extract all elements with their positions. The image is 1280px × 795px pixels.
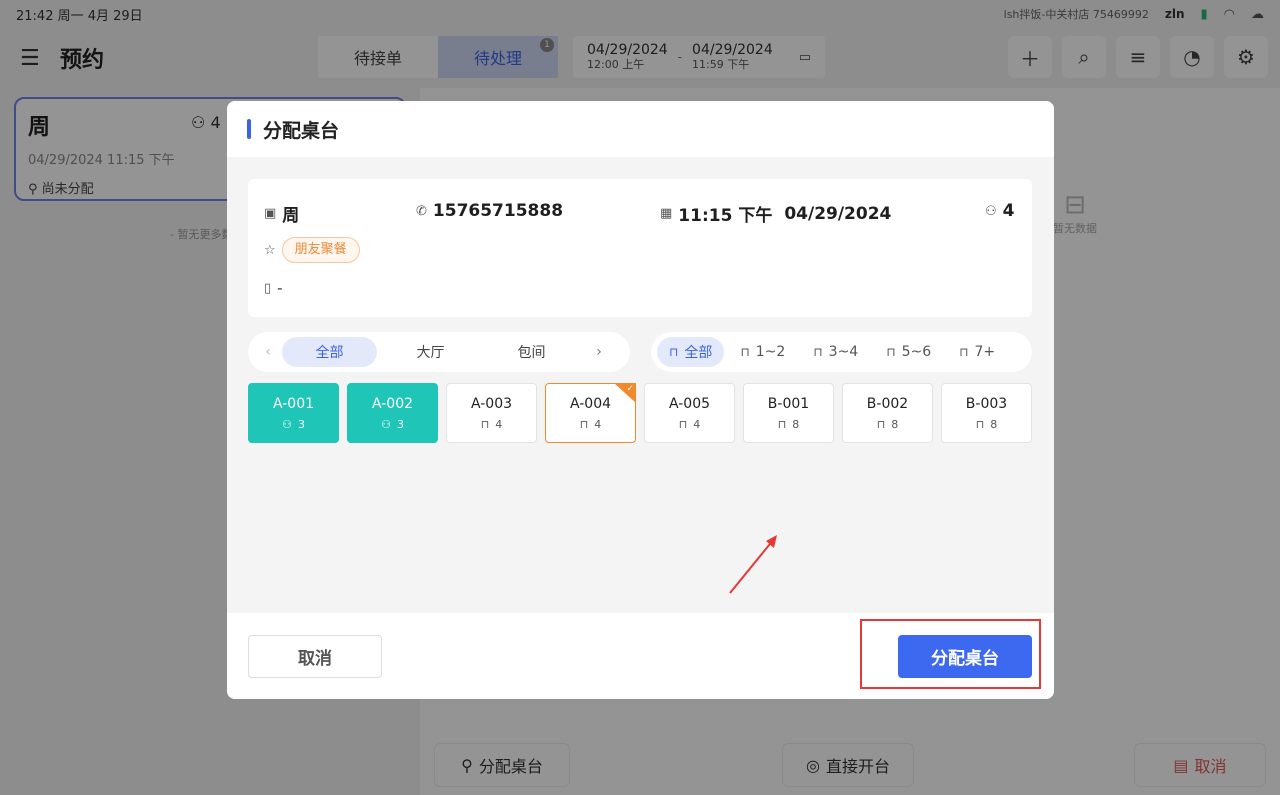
info-customer-name: 周: [282, 206, 300, 226]
chair-icon: ⊓: [740, 345, 750, 359]
area-label: 全部: [315, 345, 344, 361]
dialog-header: 分配桌台: [227, 101, 1054, 157]
chair-icon: ⊓: [669, 345, 679, 359]
info-tag-row: ☆ 朋友聚餐: [264, 237, 360, 263]
info-guest-count: 4: [1002, 201, 1015, 221]
area-filter-bar: ‹ 全部 大厅 包间 ›: [248, 332, 630, 372]
table-card-b-002[interactable]: B-002 ⊓ 8: [842, 383, 933, 443]
info-name-row: ▣ 周: [264, 201, 299, 226]
calendar-icon: ▦: [660, 206, 673, 221]
seat-count: 3: [297, 417, 305, 431]
seat-filter-bar: ⊓ 全部 ⊓ 1~2 ⊓ 3~4 ⊓ 5~6 ⊓ 7+: [651, 332, 1032, 372]
table-seats: ⊓ 8: [778, 418, 800, 431]
table-code: A-003: [470, 395, 513, 412]
area-tab-private-room[interactable]: 包间: [484, 337, 579, 367]
seat-tab-all[interactable]: ⊓ 全部: [657, 337, 725, 367]
table-card-b-001[interactable]: B-001 ⊓ 8: [743, 383, 834, 443]
table-seats: ⊓ 4: [580, 418, 602, 431]
person-icon: ⚇: [985, 203, 997, 219]
assign-table-dialog: 分配桌台 ▣ 周 ✆ 15765715888 ▦ 11:15 下午 04/29/…: [227, 101, 1054, 699]
table-card-a-005[interactable]: A-005 ⊓ 4: [644, 383, 735, 443]
table-seats: ⊓ 8: [877, 418, 899, 431]
seat-tab-1-2[interactable]: ⊓ 1~2: [728, 337, 797, 367]
area-tab-all[interactable]: 全部: [282, 337, 377, 367]
info-date: 04/29/2024: [784, 203, 892, 224]
table-card-b-003[interactable]: B-003 ⊓ 8: [941, 383, 1032, 443]
chevron-right-icon[interactable]: ›: [585, 344, 613, 360]
table-seats: ⚇ 3: [381, 418, 404, 431]
occasion-tag: 朋友聚餐: [281, 237, 360, 263]
chair-icon: ⊓: [678, 417, 688, 431]
person-icon: ⚇: [282, 417, 292, 431]
id-card-icon: ▣: [264, 206, 277, 221]
info-time: 11:15 下午: [678, 206, 773, 226]
dialog-assign-button[interactable]: 分配桌台: [898, 635, 1032, 678]
chair-icon: ⊓: [886, 345, 896, 359]
table-card-a-003[interactable]: A-003 ⊓ 4: [446, 383, 537, 443]
chevron-left-icon[interactable]: ‹: [254, 344, 282, 360]
annotation-arrow-line: [729, 538, 775, 594]
seat-count: 4: [693, 417, 701, 431]
person-icon: ⚇: [381, 417, 391, 431]
chair-icon: ⊓: [975, 417, 985, 431]
seat-label: 5~6: [901, 344, 932, 360]
chair-icon: ⊓: [959, 345, 969, 359]
area-tab-hall[interactable]: 大厅: [383, 337, 478, 367]
table-code: B-001: [767, 395, 810, 412]
document-icon: ▯: [264, 280, 272, 296]
table-code: B-002: [866, 395, 909, 412]
seat-tab-7-plus[interactable]: ⊓ 7+: [947, 337, 1007, 367]
table-code: A-002: [371, 395, 414, 412]
seat-label: 7+: [974, 344, 996, 360]
table-seats: ⚇ 3: [282, 418, 305, 431]
table-seats: ⊓ 4: [679, 418, 701, 431]
seat-label: 3~4: [828, 344, 859, 360]
title-accent-bar: [247, 119, 251, 139]
seat-tab-3-4[interactable]: ⊓ 3~4: [801, 337, 870, 367]
reservation-info-card: ▣ 周 ✆ 15765715888 ▦ 11:15 下午 04/29/2024 …: [248, 179, 1032, 317]
table-card-a-002[interactable]: A-002 ⚇ 3: [347, 383, 438, 443]
seat-count: 8: [891, 417, 899, 431]
seat-count: 8: [792, 417, 800, 431]
table-code: B-003: [965, 395, 1008, 412]
seat-label: 全部: [684, 345, 713, 361]
chair-icon: ⊓: [579, 417, 589, 431]
table-seats: ⊓ 8: [976, 418, 998, 431]
seat-count: 8: [990, 417, 998, 431]
seat-count: 4: [594, 417, 602, 431]
chair-icon: ⊓: [813, 345, 823, 359]
area-label: 大厅: [416, 345, 445, 361]
table-code: A-001: [272, 395, 315, 412]
seat-count: 3: [396, 417, 404, 431]
area-label: 包间: [517, 345, 546, 361]
chair-icon: ⊓: [480, 417, 490, 431]
table-card-a-001[interactable]: A-001 ⚇ 3: [248, 383, 339, 443]
check-icon: ✓: [614, 383, 636, 403]
table-card-a-004[interactable]: ✓ A-004 ⊓ 4: [545, 383, 636, 443]
info-note-row: ▯ -: [264, 279, 283, 297]
table-code: A-005: [668, 395, 711, 412]
info-time-row: ▦ 11:15 下午 04/29/2024: [660, 201, 892, 227]
table-seats: ⊓ 4: [481, 418, 503, 431]
info-phone-row: ✆ 15765715888: [416, 201, 563, 221]
star-icon: ☆: [264, 242, 276, 258]
info-phone: 15765715888: [432, 201, 564, 221]
dialog-cancel-label: 取消: [298, 649, 332, 669]
dialog-footer: 取消 分配桌台: [227, 613, 1054, 699]
chair-icon: ⊓: [876, 417, 886, 431]
table-grid: A-001 ⚇ 3 A-002 ⚇ 3 A-003 ⊓ 4 ✓ A-004 ⊓ 4 A-…: [248, 383, 1032, 443]
seat-count: 4: [495, 417, 503, 431]
dialog-title: 分配桌台: [263, 119, 340, 142]
info-guests-row: ⚇ 4: [985, 201, 1015, 221]
annotation-arrow: [729, 535, 777, 594]
seat-tab-5-6[interactable]: ⊓ 5~6: [874, 337, 943, 367]
dialog-cancel-button[interactable]: 取消: [248, 635, 382, 678]
table-code: A-004: [569, 395, 612, 412]
chair-icon: ⊓: [777, 417, 787, 431]
info-note: -: [277, 279, 283, 297]
dialog-assign-label: 分配桌台: [931, 649, 999, 669]
seat-label: 1~2: [755, 344, 786, 360]
phone-icon: ✆: [416, 203, 427, 219]
